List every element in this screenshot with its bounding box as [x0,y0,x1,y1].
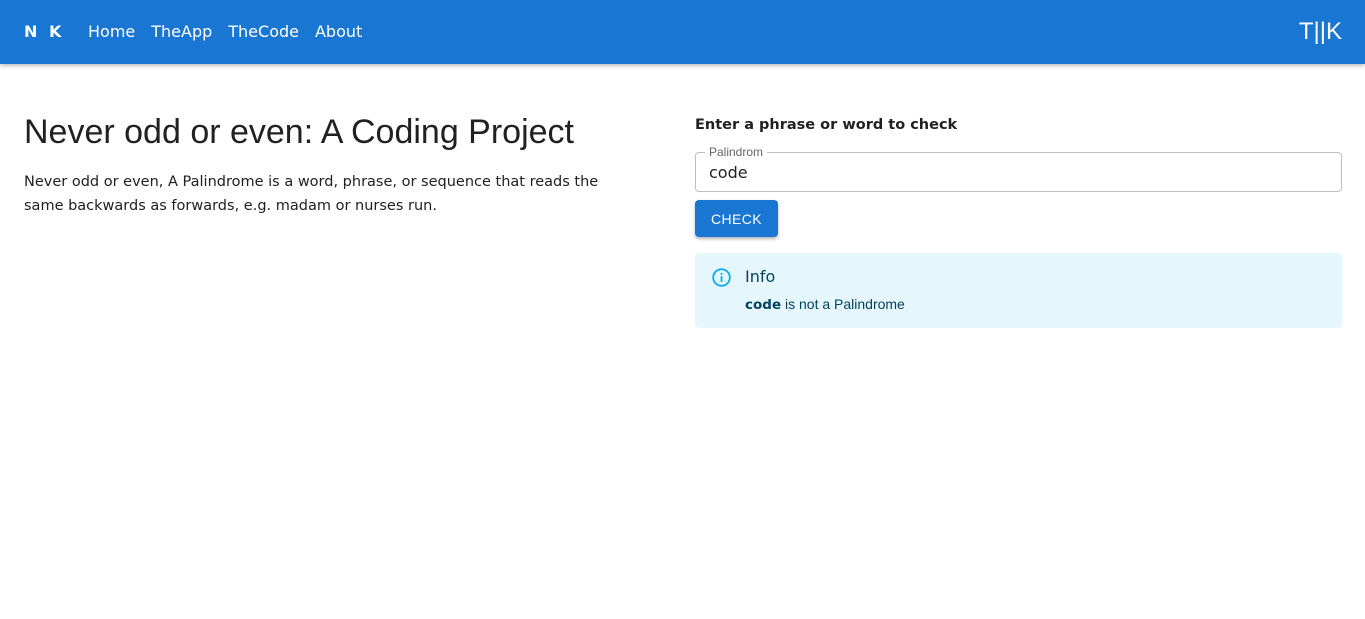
palindrom-field: Palindrom [695,145,1342,192]
app-bar: N K Home TheApp TheCode About T||K [0,0,1365,64]
alert-title: Info [745,267,776,286]
form-heading: Enter a phrase or word to check [695,117,958,133]
nav-home[interactable]: Home [88,21,135,43]
palindrome-form: Enter a phrase or word to check Palindro… [695,114,1342,328]
brand-logo[interactable]: N K [24,22,64,42]
nav-thecode[interactable]: TheCode [228,21,299,43]
main-nav: Home TheApp TheCode About [88,21,378,43]
page-title: Never odd or even: A Coding Project [24,113,574,151]
nav-about[interactable]: About [315,21,362,43]
page-description: Never odd or even, A Palindrome is a wor… [24,174,599,214]
palindrom-input[interactable] [709,161,1329,185]
right-brand-logo[interactable]: T||K [1299,17,1342,47]
check-button[interactable]: Check [695,200,778,237]
info-icon [712,268,731,287]
alert-word: code [745,297,782,313]
alert-message: code is not a Palindrome [745,295,905,314]
info-alert: Info code is not a Palindrome [695,253,1342,328]
palindrom-field-label: Palindrom [705,145,768,159]
alert-message-text: is not a Palindrome [781,296,905,312]
nav-theapp[interactable]: TheApp [151,21,212,43]
intro-section: Never odd or even: A Coding Project Neve… [24,110,644,218]
